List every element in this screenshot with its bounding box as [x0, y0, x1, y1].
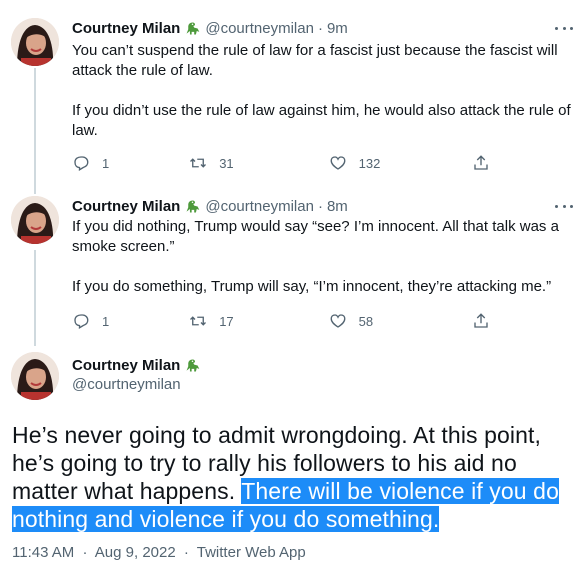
tweet-paragraph: If you did nothing, Trump would say “see… — [72, 218, 559, 255]
avatar[interactable] — [11, 196, 59, 244]
tweet-meta: 11:43 AM · Aug 9, 2022 · Twitter Web App — [12, 544, 306, 561]
share-icon — [474, 313, 488, 328]
author-name[interactable]: Courtney Milan — [72, 357, 180, 374]
retweet-icon — [190, 316, 207, 326]
reply-button[interactable]: 1 — [72, 312, 189, 330]
reply-count: 1 — [102, 155, 110, 171]
share-button[interactable] — [472, 154, 502, 172]
reply-button[interactable]: 1 — [72, 154, 189, 172]
tweet-date[interactable]: Aug 9, 2022 — [95, 544, 176, 561]
like-count: 132 — [358, 155, 381, 171]
dinosaur-icon — [184, 198, 201, 215]
tweet[interactable]: Courtney Milan @courtneymilan · 9m You c… — [0, 18, 585, 188]
more-icon[interactable] — [555, 198, 573, 214]
tweet-actions: 1 31 132 — [72, 153, 502, 173]
main-tweet-text: He’s never going to admit wrongdoing. At… — [12, 421, 577, 533]
more-icon[interactable] — [555, 20, 573, 36]
reply-icon — [74, 314, 89, 329]
like-button[interactable]: 132 — [329, 154, 472, 172]
tweet-timestamp[interactable]: 11:43 AM — [12, 544, 74, 561]
tweet-text: If you did nothing, Trump would say “see… — [72, 217, 577, 297]
author-block: Courtney Milan @courtneymilan — [72, 355, 205, 396]
tweet-header: Courtney Milan @courtneymilan · 9m — [72, 18, 348, 38]
author-name[interactable]: Courtney Milan — [72, 198, 180, 215]
like-count: 58 — [358, 313, 374, 329]
like-icon — [330, 314, 346, 328]
share-button[interactable] — [472, 312, 502, 330]
separator: · — [82, 544, 88, 561]
author-handle[interactable]: @courtneymilan — [72, 376, 205, 396]
main-tweet: Courtney Milan @courtneymilan He’s never… — [0, 352, 585, 573]
tweet[interactable]: Courtney Milan @courtneymilan · 8m If yo… — [0, 196, 585, 346]
tweet-paragraph: If you do something, Trump will say, “I’… — [72, 278, 552, 295]
retweet-count: 17 — [219, 313, 234, 329]
author-name[interactable]: Courtney Milan — [72, 20, 180, 37]
tweet-time[interactable]: 8m — [327, 198, 348, 215]
reply-count: 1 — [102, 313, 110, 329]
like-icon — [330, 156, 346, 170]
retweet-count: 31 — [219, 155, 234, 171]
avatar[interactable] — [11, 18, 59, 66]
tweet-paragraph: If you didn’t use the rule of law agains… — [72, 102, 571, 139]
author-handle[interactable]: @courtneymilan — [205, 20, 314, 37]
author-handle[interactable]: @courtneymilan — [205, 198, 314, 215]
dinosaur-icon — [184, 357, 201, 374]
separator: · — [317, 197, 323, 215]
tweet-source: Twitter Web App — [196, 544, 306, 561]
share-icon — [474, 155, 488, 170]
like-button[interactable]: 58 — [329, 312, 472, 330]
retweet-button[interactable]: 31 — [189, 154, 328, 172]
tweet-actions: 1 17 58 — [72, 311, 502, 331]
separator: · — [183, 544, 189, 561]
tweet-time[interactable]: 9m — [327, 20, 348, 37]
separator: · — [317, 19, 323, 37]
dinosaur-icon — [184, 20, 201, 37]
retweet-button[interactable]: 17 — [189, 312, 328, 330]
tweet-paragraph: You can’t suspend the rule of law for a … — [72, 42, 558, 79]
tweet-header: Courtney Milan @courtneymilan · 8m — [72, 196, 348, 216]
reply-icon — [74, 156, 89, 171]
avatar[interactable] — [11, 352, 59, 400]
tweet-text: You can’t suspend the rule of law for a … — [72, 41, 577, 141]
retweet-icon — [190, 158, 207, 168]
